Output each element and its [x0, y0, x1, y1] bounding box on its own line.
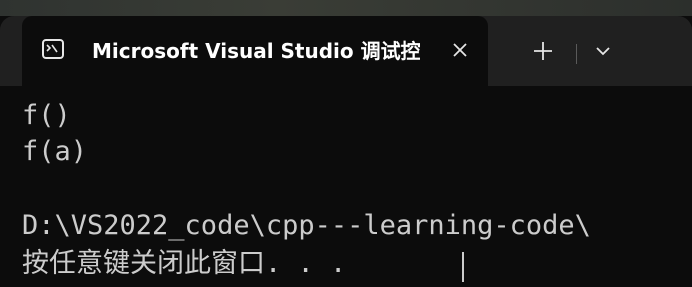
text-cursor — [462, 252, 464, 282]
tab-debug-console[interactable]: Microsoft Visual Studio 调试控 — [22, 16, 488, 86]
close-icon[interactable] — [446, 36, 474, 64]
plus-icon[interactable] — [526, 34, 560, 68]
console-line: 按任意键关闭此窗口. . . — [22, 248, 347, 279]
titlebar-divider — [576, 44, 577, 64]
chevron-down-icon[interactable] — [588, 36, 618, 66]
desktop-background — [0, 0, 692, 16]
console-line: f() — [22, 100, 71, 131]
title-bar: Microsoft Visual Studio 调试控 — [0, 16, 692, 86]
console-output[interactable]: f() f(a) D:\VS2022_code\cpp---learning-c… — [0, 86, 692, 287]
console-line: f(a) — [22, 136, 88, 167]
console-line: D:\VS2022_code\cpp---learning-code\ — [22, 210, 591, 241]
terminal-icon — [42, 39, 64, 59]
tab-title: Microsoft Visual Studio 调试控 — [92, 39, 420, 63]
terminal-window: Microsoft Visual Studio 调试控 f() f(a) D:\… — [0, 0, 692, 287]
